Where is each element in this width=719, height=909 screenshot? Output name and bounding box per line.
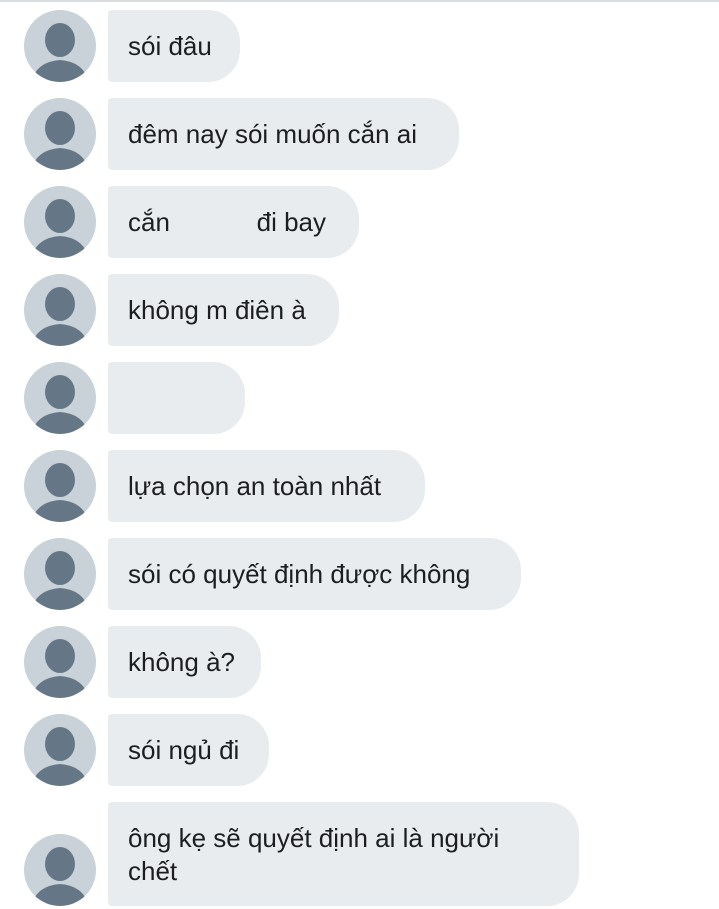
message-row: sói ngủ đi bbox=[0, 714, 719, 786]
avatar-icon[interactable] bbox=[24, 834, 96, 906]
message-row: cắn đi bay bbox=[0, 186, 719, 258]
message-row: không m điên à bbox=[0, 274, 719, 346]
avatar-icon[interactable] bbox=[24, 274, 96, 346]
message-bubble[interactable]: cắn đi bay bbox=[108, 186, 359, 258]
message-bubble-empty[interactable] bbox=[108, 362, 245, 434]
message-row: không à? bbox=[0, 626, 719, 698]
message-bubble[interactable]: lựa chọn an toàn nhất bbox=[108, 450, 425, 522]
avatar-icon[interactable] bbox=[24, 98, 96, 170]
avatar-icon[interactable] bbox=[24, 186, 96, 258]
message-row bbox=[0, 362, 719, 434]
avatar-icon[interactable] bbox=[24, 362, 96, 434]
avatar-icon[interactable] bbox=[24, 538, 96, 610]
chat-thread: sói đâu đêm nay sói muốn cắn ai cắn đi b… bbox=[0, 0, 719, 909]
message-row: lựa chọn an toàn nhất bbox=[0, 450, 719, 522]
message-bubble[interactable]: sói ngủ đi bbox=[108, 714, 269, 786]
message-row: sói đâu bbox=[0, 10, 719, 82]
avatar-icon[interactable] bbox=[24, 714, 96, 786]
avatar-icon[interactable] bbox=[24, 450, 96, 522]
message-row: đêm nay sói muốn cắn ai bbox=[0, 98, 719, 170]
avatar-icon[interactable] bbox=[24, 10, 96, 82]
message-row: ông kẹ sẽ quyết định ai là người chết bbox=[0, 802, 719, 906]
message-bubble[interactable]: ông kẹ sẽ quyết định ai là người chết bbox=[108, 802, 579, 906]
message-bubble[interactable]: đêm nay sói muốn cắn ai bbox=[108, 98, 459, 170]
message-bubble[interactable]: sói đâu bbox=[108, 10, 240, 82]
message-row: sói có quyết định được không bbox=[0, 538, 719, 610]
message-bubble[interactable]: sói có quyết định được không bbox=[108, 538, 521, 610]
message-bubble[interactable]: không à? bbox=[108, 626, 261, 698]
message-bubble[interactable]: không m điên à bbox=[108, 274, 339, 346]
avatar-icon[interactable] bbox=[24, 626, 96, 698]
